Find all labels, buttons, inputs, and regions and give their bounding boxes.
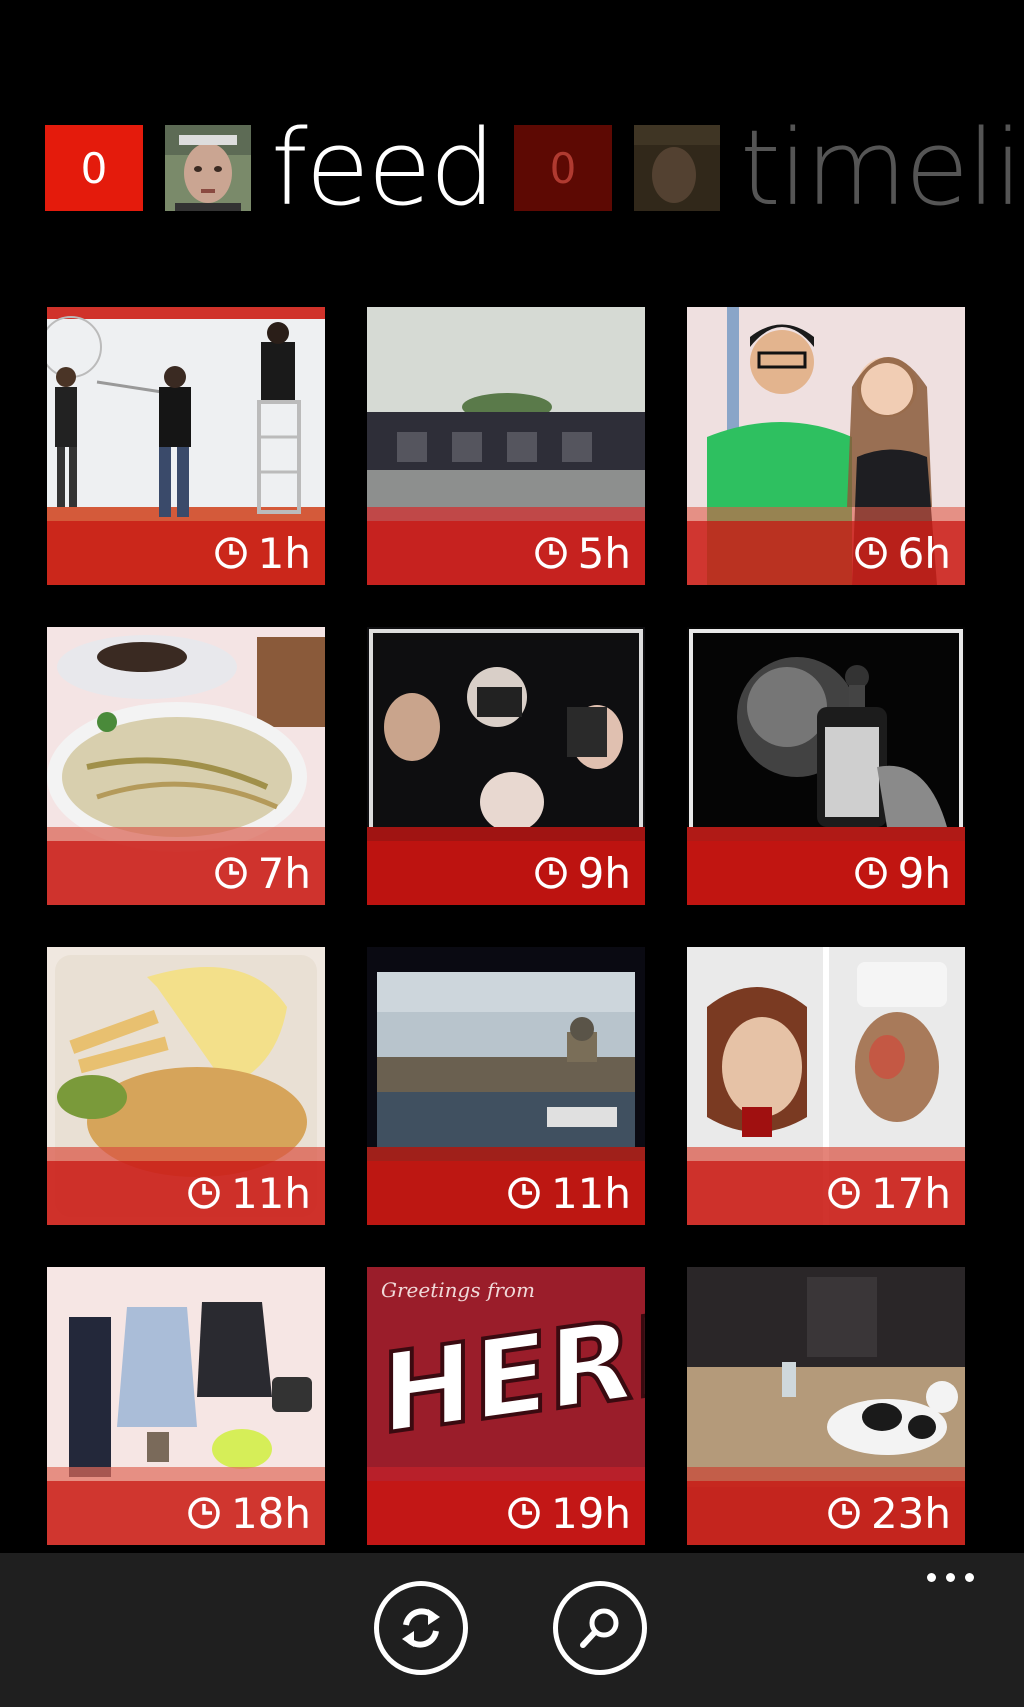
time-stamp: 7h [47,841,325,905]
clock-icon [214,857,247,889]
time-stamp: 9h [367,841,645,905]
tab-feed-label: feed [271,107,496,229]
photo-tile[interactable]: 5h [367,307,645,585]
photo-tile[interactable]: 17h [687,947,965,1225]
avatar [165,125,251,211]
avatar [634,125,720,211]
clock-icon [854,537,887,569]
clock-icon [214,537,247,569]
time-ago: 18h [230,1488,311,1538]
photo-tile[interactable]: 1h [47,307,325,585]
more-dot [946,1573,955,1582]
time-stamp: 11h [47,1161,325,1225]
time-stamp: 23h [687,1481,965,1545]
photo-tile[interactable]: Greetings from HERE 19h [367,1267,645,1545]
time-ago: 6h [897,528,951,578]
photo-tile[interactable]: 7h [47,627,325,905]
search-icon [580,1608,619,1648]
time-ago: 17h [870,1168,951,1218]
photo-tile[interactable]: 11h [47,947,325,1225]
postcard-script-text: Greetings from [381,1278,535,1302]
time-ago: 19h [550,1488,631,1538]
app-bar [0,1553,1024,1707]
time-ago: 23h [870,1488,951,1538]
more-dot [927,1573,936,1582]
more-dot [965,1573,974,1582]
refresh-button[interactable] [374,1581,468,1675]
search-button[interactable] [553,1581,647,1675]
clock-icon [188,1497,220,1529]
clock-icon [534,857,567,889]
clock-icon [534,537,567,569]
time-stamp: 18h [47,1481,325,1545]
photo-tile[interactable]: 9h [367,627,645,905]
time-ago: 9h [897,848,951,898]
tab-timeline-label: timelin [740,107,1024,229]
photo-tile[interactable]: 9h [687,627,965,905]
photo-tile[interactable]: 6h [687,307,965,585]
time-stamp: 1h [47,521,325,585]
tab-timeline[interactable]: 0 timelin [514,107,1024,229]
tab-feed[interactable]: 0 feed [45,107,496,229]
time-ago: 9h [577,848,631,898]
time-ago: 11h [550,1168,631,1218]
time-stamp: 11h [367,1161,645,1225]
clock-icon [508,1497,540,1529]
time-stamp: 19h [367,1481,645,1545]
clock-icon [508,1177,540,1209]
photo-tile[interactable]: 23h [687,1267,965,1545]
photo-tile[interactable]: 18h [47,1267,325,1545]
clock-icon [828,1497,860,1529]
time-stamp: 17h [687,1161,965,1225]
time-stamp: 5h [367,521,645,585]
clock-icon [828,1177,860,1209]
feed-count-badge: 0 [45,125,143,211]
photo-tile[interactable]: 11h [367,947,645,1225]
time-stamp: 6h [687,521,965,585]
time-ago: 11h [230,1168,311,1218]
time-ago: 1h [257,528,311,578]
pivot-header: 0 feed 0 timelin [0,0,1024,260]
timeline-count-badge: 0 [514,125,612,211]
more-button[interactable] [927,1573,974,1582]
clock-icon [188,1177,220,1209]
time-stamp: 9h [687,841,965,905]
time-ago: 5h [577,528,631,578]
time-ago: 7h [257,848,311,898]
clock-icon [854,857,887,889]
refresh-icon [402,1608,440,1648]
